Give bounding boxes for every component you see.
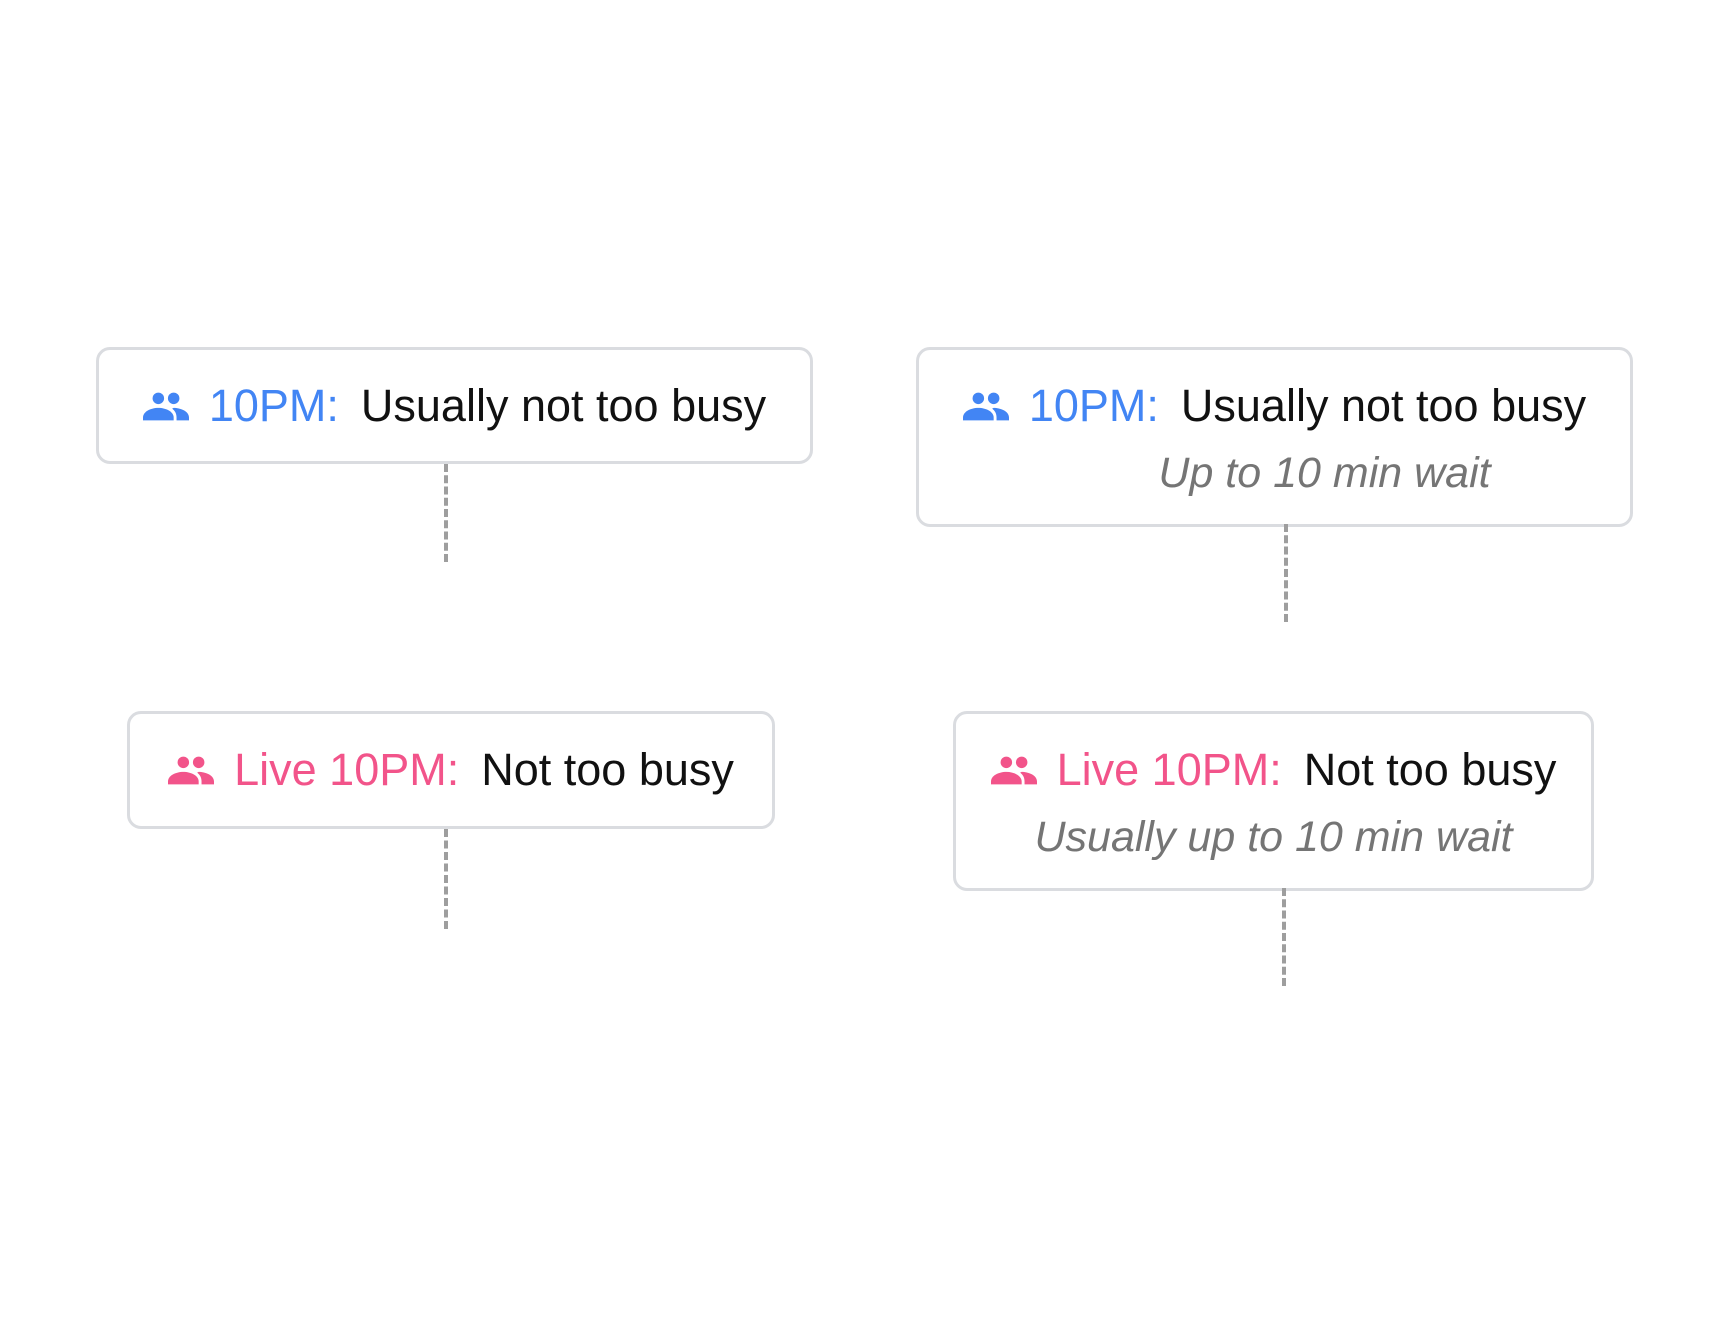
busyness-card-live-wait[interactable]: Live 10PM: Not too busy Usually up to 10… [953, 711, 1594, 891]
timeline-connector [444, 829, 448, 929]
people-icon [990, 754, 1037, 786]
timeline-connector [444, 464, 448, 562]
card-secondary-row: Up to 10 min wait [919, 445, 1630, 501]
card-primary-row: 10PM: Usually not too busy [99, 378, 810, 434]
time-label: 10PM: [1028, 380, 1159, 431]
time-label: 10PM: [208, 380, 339, 431]
busyness-card-usual-wait[interactable]: 10PM: Usually not too busy Up to 10 min … [916, 347, 1633, 527]
busyness-card-usual[interactable]: 10PM: Usually not too busy [96, 347, 813, 464]
people-icon [962, 390, 1009, 422]
wait-time-text: Up to 10 min wait [1158, 448, 1491, 497]
busyness-status: Not too busy [481, 744, 734, 795]
card-secondary-row: Usually up to 10 min wait [956, 809, 1591, 865]
time-label: Live 10PM: [1056, 744, 1282, 795]
busyness-card-live[interactable]: Live 10PM: Not too busy [127, 711, 775, 829]
busyness-status: Usually not too busy [360, 380, 767, 431]
card-primary-row: Live 10PM: Not too busy [956, 742, 1591, 798]
timeline-connector [1282, 888, 1286, 986]
wait-time-text: Usually up to 10 min wait [1034, 812, 1513, 861]
people-icon [142, 390, 189, 422]
time-label: Live 10PM: [234, 744, 460, 795]
people-icon [168, 754, 215, 786]
card-primary-row: Live 10PM: Not too busy [130, 742, 772, 798]
timeline-connector [1284, 524, 1288, 622]
busyness-status: Not too busy [1303, 744, 1557, 795]
busyness-status: Usually not too busy [1180, 380, 1587, 431]
card-primary-row: 10PM: Usually not too busy [919, 378, 1630, 434]
